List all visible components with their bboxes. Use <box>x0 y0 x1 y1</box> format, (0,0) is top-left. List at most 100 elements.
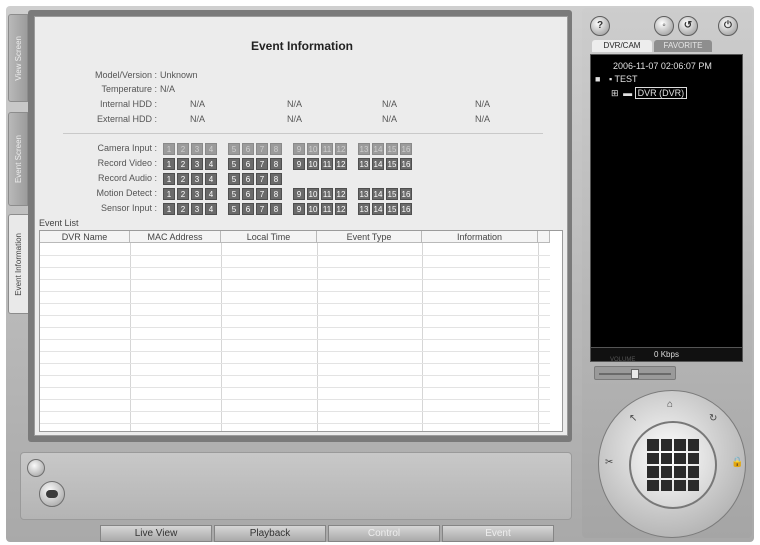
home-icon[interactable]: ⌂ <box>667 399 673 410</box>
tab-event-screen[interactable]: Event Screen <box>8 112 28 206</box>
tab-favorite[interactable]: FAVORITE <box>654 40 712 52</box>
tab-live-view[interactable]: Live View <box>100 525 212 542</box>
channel-box: 1 <box>163 203 175 215</box>
tree-dvr-label: DVR (DVR) <box>634 87 688 99</box>
internal-hdd-value-3: N/A <box>382 99 398 109</box>
external-hdd-value-2: N/A <box>287 114 303 124</box>
column-header-local-time[interactable]: Local Time <box>221 231 317 243</box>
channel-box: 16 <box>400 188 412 200</box>
channel-box: 13 <box>358 158 370 170</box>
device-tree[interactable]: 2006-11-07 02:06:07 PM ■ ▪ TEST ⊞ ▬ DVR … <box>590 54 743 362</box>
lock-icon[interactable]: 🔒 <box>731 457 743 468</box>
channel-box: 6 <box>242 143 254 155</box>
channel-box: 7 <box>256 188 268 200</box>
channel-box: 13 <box>358 203 370 215</box>
channel-box: 1 <box>163 188 175 200</box>
column-header-mac-address[interactable]: MAC Address <box>130 231 221 243</box>
dvr-icon: ▬ <box>623 88 633 98</box>
column-header-event-type[interactable]: Event Type <box>317 231 422 243</box>
channel-box: 6 <box>242 188 254 200</box>
channel-box: 10 <box>307 188 319 200</box>
tab-playback[interactable]: Playback <box>214 525 326 542</box>
channel-box: 9 <box>293 143 305 155</box>
channel-box: 2 <box>177 158 189 170</box>
channel-box: 14 <box>372 188 384 200</box>
ptz-control-wheel[interactable]: ↖ ⌂ ↻ ✂ 🔒 <box>598 390 746 538</box>
channel-grid-icon[interactable] <box>647 439 699 491</box>
power-icon[interactable]: ⏻ <box>718 16 738 36</box>
row-divider <box>40 279 550 280</box>
bottom-control-area <box>20 452 572 520</box>
event-list-table[interactable]: DVR Name MAC Address Local Time Event Ty… <box>39 230 563 432</box>
volume-thumb[interactable] <box>631 369 639 379</box>
channel-box: 3 <box>191 203 203 215</box>
channel-box: 2 <box>177 188 189 200</box>
row-divider <box>40 291 550 292</box>
external-hdd-label: External HDD : <box>96 114 157 124</box>
arrow-up-left-icon[interactable]: ↖ <box>629 413 637 424</box>
channel-box: 11 <box>321 158 333 170</box>
channel-box: 5 <box>228 158 240 170</box>
channel-box: 10 <box>307 143 319 155</box>
refresh-icon[interactable]: ↺ <box>678 16 698 36</box>
channel-box: 3 <box>191 143 203 155</box>
row-divider <box>40 399 550 400</box>
volume-slider[interactable] <box>594 366 676 380</box>
temperature-value: N/A <box>160 84 176 94</box>
channel-box: 8 <box>270 173 282 185</box>
tree-expand-icon[interactable]: ■ <box>595 74 600 84</box>
datetime-label: 2006-11-07 02:06:07 PM <box>613 61 712 71</box>
channel-box: 8 <box>270 203 282 215</box>
row-divider <box>40 303 550 304</box>
tab-favorite-label: FAVORITE <box>663 41 703 50</box>
channel-box: 5 <box>228 203 240 215</box>
tab-event[interactable]: Event <box>442 525 554 542</box>
row-divider <box>40 327 550 328</box>
tab-dvr-cam-label: DVR/CAM <box>603 41 641 50</box>
channel-box: 5 <box>228 188 240 200</box>
channel-box: 6 <box>242 158 254 170</box>
channel-box: 15 <box>386 203 398 215</box>
channel-box: 10 <box>307 158 319 170</box>
ptz-inner-dial[interactable] <box>629 421 717 509</box>
power-knob[interactable] <box>27 459 45 477</box>
column-divider <box>130 243 131 431</box>
tab-control-label: Control <box>367 528 401 539</box>
channel-box: 14 <box>372 203 384 215</box>
channel-box: 7 <box>256 173 268 185</box>
tree-root-item[interactable]: ■ ▪ TEST <box>595 74 638 84</box>
help-icon[interactable]: ? <box>590 16 610 36</box>
tab-event-information-label: Event Information <box>14 232 23 296</box>
column-header-information[interactable]: Information <box>422 231 538 243</box>
tab-event-information[interactable]: Event Information <box>8 214 28 314</box>
channel-box: 12 <box>335 143 347 155</box>
tree-dvr-item[interactable]: ⊞ ▬ DVR (DVR) <box>611 87 688 99</box>
channel-box: 7 <box>256 143 268 155</box>
channel-box: 7 <box>256 158 268 170</box>
row-divider <box>40 339 550 340</box>
channel-box: 6 <box>242 203 254 215</box>
motion-detect-label: Motion Detect : <box>96 188 157 198</box>
rotate-icon[interactable]: ↻ <box>709 413 717 424</box>
tab-view-screen[interactable]: View Screen <box>8 14 28 102</box>
temperature-label: Temperature : <box>101 84 157 94</box>
tab-dvr-cam[interactable]: DVR/CAM <box>592 40 652 52</box>
channel-box: 4 <box>205 173 217 185</box>
tab-event-label: Event <box>485 528 511 539</box>
tree-expand-icon[interactable]: ⊞ <box>611 88 619 98</box>
tab-view-screen-label: View Screen <box>13 35 23 81</box>
row-divider <box>40 255 550 256</box>
channel-box: 3 <box>191 188 203 200</box>
minimize-icon[interactable]: ◦ <box>654 16 674 36</box>
tab-control[interactable]: Control <box>328 525 440 542</box>
channel-box: 3 <box>191 158 203 170</box>
channel-box: 10 <box>307 203 319 215</box>
internal-hdd-label: Internal HDD : <box>99 99 157 109</box>
channel-box: 2 <box>177 143 189 155</box>
cut-icon[interactable]: ✂ <box>605 457 613 468</box>
column-header-dvr-name[interactable]: DVR Name <box>40 231 130 243</box>
knob-icon <box>46 490 58 498</box>
channel-box: 15 <box>386 158 398 170</box>
column-divider <box>538 243 539 431</box>
playback-control-knob[interactable] <box>39 481 65 507</box>
